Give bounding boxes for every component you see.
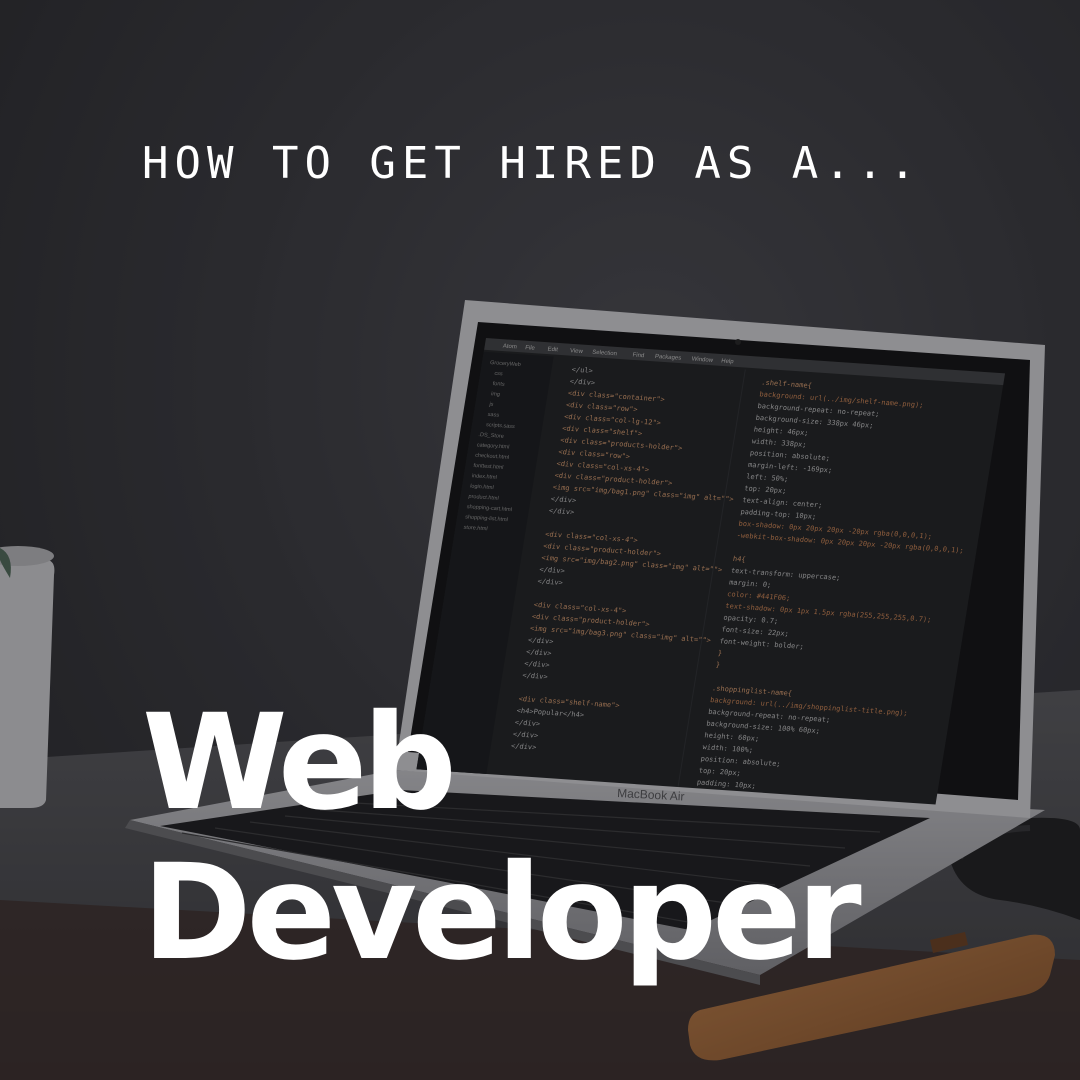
main-title: Web Developer xyxy=(142,686,862,990)
headline: HOW TO GET HIRED AS A... xyxy=(142,138,922,189)
photo-scene: MacBook Air Atom File Edit View Selection Fin… xyxy=(0,0,1080,1080)
title-line-web: Web xyxy=(142,686,457,840)
title-line-developer: Developer xyxy=(142,836,862,990)
